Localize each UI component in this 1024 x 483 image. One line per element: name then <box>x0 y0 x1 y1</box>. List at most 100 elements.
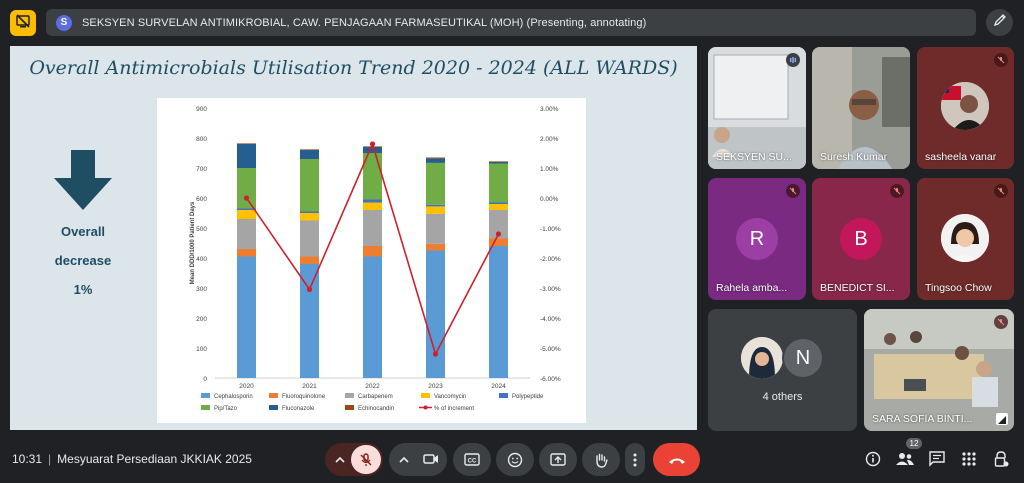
participant-tile-others[interactable]: N 4 others <box>708 309 857 431</box>
stop-presenting-button[interactable] <box>10 10 36 36</box>
y-tick-label: 200 <box>196 316 207 323</box>
bar-segment <box>363 202 382 210</box>
pen-icon <box>993 13 1007 32</box>
chat-icon <box>929 451 945 467</box>
activities-button[interactable] <box>960 450 978 468</box>
more-icon <box>633 453 637 466</box>
legend-label: Carbapenem <box>358 394 393 400</box>
participant-tile-sara[interactable]: SARA SOFIA BINTI... <box>864 309 1014 431</box>
legend-swatch <box>345 405 354 410</box>
legend-label: Echinocandin <box>358 406 394 412</box>
chevron-up-icon[interactable] <box>334 453 346 471</box>
y-tick-label: 400 <box>196 256 207 263</box>
participant-tile-suresh[interactable]: Suresh Kumar <box>812 47 910 169</box>
presenter-banner[interactable]: S SEKSYEN SURVELAN ANTIMIKROBIAL, CAW. P… <box>46 9 976 36</box>
bar-segment <box>300 220 319 257</box>
increment-point <box>306 286 313 293</box>
clock-time: 10:31 <box>12 452 43 466</box>
reactions-button[interactable] <box>496 443 534 476</box>
bar-segment <box>237 210 256 219</box>
legend-swatch <box>423 405 428 410</box>
participant-name: Suresh Kumar <box>820 151 888 163</box>
more-options-button[interactable] <box>625 443 645 476</box>
participant-photo-avatar <box>941 82 989 130</box>
participant-tile-rahela[interactable]: R Rahela amba... <box>708 178 806 300</box>
separator: | <box>48 452 52 466</box>
increment-point <box>243 195 250 201</box>
participant-letter-avatar: B <box>840 218 882 260</box>
bar-segment <box>300 213 319 221</box>
raise-hand-button[interactable] <box>582 443 620 476</box>
y-axis-label: Mean DDD/1000 Patient Days <box>190 201 196 284</box>
legend-label: Fluoroquinolone <box>282 394 326 400</box>
bar-segment <box>363 210 382 246</box>
legend-label: % of increment <box>434 406 474 412</box>
legend-swatch <box>345 393 354 398</box>
bar-segment <box>237 219 256 249</box>
leave-call-button[interactable] <box>653 443 700 476</box>
bar-segment <box>363 199 382 203</box>
legend-swatch <box>499 393 508 398</box>
host-controls-button[interactable] <box>992 450 1010 468</box>
svg-text:CC: CC <box>468 459 477 465</box>
bar-segment <box>426 250 445 378</box>
y2-tick-label: 2.00% <box>540 136 559 143</box>
chat-button[interactable] <box>928 450 946 468</box>
bar-segment <box>489 246 508 378</box>
stop-presenting-icon <box>16 13 30 33</box>
bar-segment <box>489 163 508 203</box>
people-button[interactable] <box>896 450 914 468</box>
bar-segment <box>489 204 508 210</box>
bar-segment <box>237 143 256 144</box>
y-tick-label: 300 <box>196 286 207 293</box>
chevron-up-icon[interactable] <box>398 453 410 471</box>
legend-swatch <box>201 393 210 398</box>
present-button[interactable] <box>539 443 577 476</box>
legend-swatch <box>201 405 210 410</box>
participant-tile-sasheela[interactable]: sasheela vanar <box>917 47 1014 169</box>
info-icon <box>865 451 881 467</box>
bar-segment <box>237 168 256 209</box>
bar-segment <box>237 249 256 257</box>
meeting-details-button[interactable] <box>864 450 882 468</box>
legend-swatch <box>269 393 278 398</box>
bar-segment <box>300 149 319 150</box>
bar-segment <box>300 256 319 264</box>
legend-swatch <box>269 405 278 410</box>
legend-label: Pip/Tazo <box>214 406 238 412</box>
bar-segment <box>426 206 445 214</box>
camera-control[interactable] <box>389 443 447 476</box>
raise-hand-icon <box>596 453 608 468</box>
participant-tile-seksyen[interactable]: SEKSYEN SU... <box>708 47 806 169</box>
mic-control[interactable] <box>325 443 383 476</box>
participant-name: sasheela vanar <box>925 151 997 163</box>
bar-segment <box>426 162 445 205</box>
mic-off-icon <box>994 315 1008 329</box>
participant-tile-benedict[interactable]: B BENEDICT SI... <box>812 178 910 300</box>
pin-icon <box>996 413 1008 425</box>
y-tick-label: 600 <box>196 196 207 203</box>
annotate-button[interactable] <box>986 9 1013 36</box>
captions-button[interactable]: CC <box>453 443 491 476</box>
meeting-info: 10:31 | Mesyuarat Persediaan JKKIAK 2025 <box>12 452 252 466</box>
y2-tick-label: 0.00% <box>540 196 559 203</box>
x-tick-label: 2021 <box>302 383 317 390</box>
captions-icon: CC <box>464 453 480 466</box>
bar-segment <box>300 159 319 212</box>
mic-off-icon <box>994 53 1008 67</box>
slide-decrease-text: decrease <box>54 253 112 268</box>
camera-icon[interactable] <box>423 452 439 471</box>
others-photo-avatar <box>741 337 783 379</box>
slide-title: Overall Antimicrobials Utilisation Trend… <box>29 57 678 79</box>
participant-letter-avatar: R <box>736 218 778 260</box>
participant-name: SEKSYEN SU... <box>716 151 792 163</box>
x-tick-label: 2023 <box>428 383 443 390</box>
participant-tile-tingsoo[interactable]: Tingsoo Chow <box>917 178 1014 300</box>
bar-segment <box>426 243 445 251</box>
presentation-slide: Overall Antimicrobials Utilisation Trend… <box>10 46 697 430</box>
bar-segment <box>300 150 319 159</box>
down-arrow-icon <box>54 150 112 215</box>
bar-segment <box>237 144 256 168</box>
mic-off-button[interactable] <box>351 445 381 474</box>
y2-tick-label: -6.00% <box>540 376 561 383</box>
